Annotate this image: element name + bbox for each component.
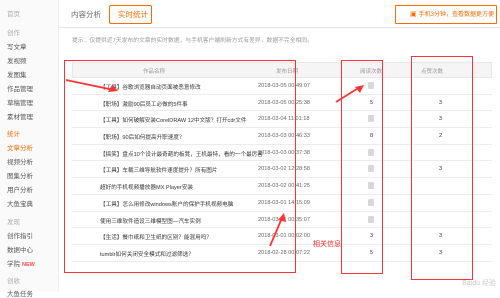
sidebar-item-home[interactable]: 首页 — [7, 8, 20, 18]
sidebar-item-user-analysis[interactable]: 用户分析 — [7, 184, 33, 194]
sidebar-item-post-video[interactable]: 发视频 — [7, 55, 27, 65]
sidebar-item-works-manage[interactable]: 作品管理 — [7, 83, 33, 93]
promo-highlight-box — [395, 5, 497, 24]
sidebar-section-stats: 统计 — [7, 131, 20, 138]
tip-text: 提示：仅提供近7天发布的文章的实时数据，与手机客户端刷新方式有差异，数据不完全相… — [72, 38, 313, 44]
sidebar-item-data-center[interactable]: 数据中心 — [7, 244, 33, 254]
sidebar-item-assets-manage[interactable]: 素材管理 — [7, 111, 33, 121]
sidebar-item-post-gallery[interactable]: 发图集 — [7, 69, 27, 79]
sidebar-item-article-analysis[interactable]: 文章分析 — [7, 142, 33, 152]
sidebar-item-academy[interactable]: 学院 NEW — [7, 258, 35, 268]
annotation-label: 相关信息 — [313, 241, 341, 248]
sidebar-item-video-analysis[interactable]: 视频分析 — [7, 156, 33, 166]
new-badge: NEW — [22, 262, 35, 268]
tab-content-analysis[interactable]: 内容分析 — [71, 9, 101, 20]
sidebar-section-create: 创作 — [7, 30, 20, 37]
sidebar-item-drafts-manage[interactable]: 草稿管理 — [7, 97, 33, 107]
arrow-pointer-icon — [335, 85, 364, 103]
sidebar-item-gallery-analysis[interactable]: 图集分析 — [7, 170, 33, 180]
sidebar: 首页 创作 写文章 发视频 发图集 作品管理 草稿管理 素材管理 统计 文章分析… — [0, 0, 59, 298]
sidebar-section-revenue: 创收 — [7, 278, 20, 285]
tab-highlight-box — [109, 5, 152, 24]
sidebar-item-creation-guide[interactable]: 创作指引 — [7, 230, 33, 240]
sidebar-item-academy-label: 学院 — [7, 261, 20, 268]
sidebar-item-dayu-guide[interactable]: 大鱼宝典 — [7, 198, 33, 208]
arrow-pointer-icon — [269, 213, 286, 247]
watermark: Baidu 经验 — [462, 280, 496, 287]
sidebar-item-write-article[interactable]: 写文章 — [7, 41, 27, 51]
sidebar-section-discover: 发现 — [7, 219, 20, 226]
arrow-pointer-icon — [65, 79, 118, 92]
comments-highlight-box — [411, 56, 473, 280]
sidebar-item-dayu-tasks[interactable]: 大鱼任务 — [7, 288, 33, 298]
